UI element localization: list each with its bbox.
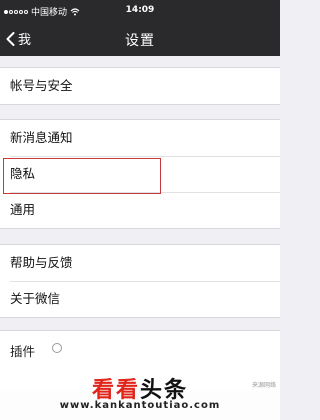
settings-item-account-security[interactable]: 帐号与安全 [0, 68, 280, 104]
settings-group-help: 帮助与反馈 关于微信 [0, 244, 280, 318]
nav-bar: 我 设置 [0, 22, 280, 56]
settings-item-general[interactable]: 通用 [0, 192, 280, 228]
plugin-icon [52, 343, 62, 353]
settings-item-label: 帮助与反馈 [10, 255, 73, 270]
settings-item-label: 关于微信 [10, 291, 61, 306]
page-title: 设置 [125, 33, 155, 49]
settings-screen: 中国移动 14:09 我 设置 帐号与安全 新消息通知 隐私 通用 帮助与反馈 … [0, 0, 280, 420]
settings-item-help-feedback[interactable]: 帮助与反馈 [0, 245, 280, 281]
watermark-url: www.kankantoutiao.com [59, 400, 221, 411]
settings-item-label: 帐号与安全 [10, 78, 73, 93]
status-time: 14:09 [125, 5, 155, 15]
settings-item-label: 通用 [10, 202, 36, 217]
privacy-highlight-box [3, 158, 161, 194]
status-bar: 中国移动 14:09 [0, 0, 280, 22]
settings-item-label: 新消息通知 [10, 130, 73, 145]
watermark-corner-text: 来源网络 [251, 382, 276, 389]
settings-item-label: 插件 [10, 344, 36, 359]
settings-item-about[interactable]: 关于微信 [0, 281, 280, 317]
settings-item-notifications[interactable]: 新消息通知 [0, 120, 280, 156]
settings-group-account: 帐号与安全 [0, 67, 280, 105]
watermark: 看看头条 www.kankantoutiao.com 来源网络 [0, 368, 280, 420]
